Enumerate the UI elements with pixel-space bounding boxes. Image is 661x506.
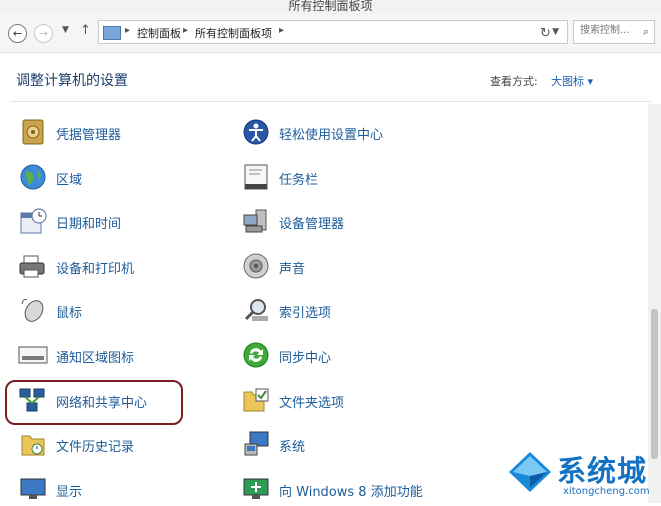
- search-box[interactable]: ⌕: [573, 20, 655, 44]
- item-label: 文件历史记录: [56, 440, 135, 455]
- recent-locations-chevron-icon[interactable]: ▼: [62, 25, 69, 35]
- highlight-box: [5, 380, 183, 425]
- refresh-icon[interactable]: ↻: [540, 26, 551, 41]
- item-label: 日期和时间: [56, 217, 122, 232]
- device-manager-icon: [241, 206, 271, 236]
- item-label: 凭据管理器: [56, 128, 122, 143]
- item-label: 向 Windows 8 添加功能: [279, 485, 423, 500]
- item-label: 文件夹选项: [279, 396, 345, 411]
- item-label: 声音: [279, 262, 306, 277]
- item-label: 轻松使用设置中心: [279, 128, 384, 143]
- scrollbar-thumb[interactable]: [651, 309, 658, 459]
- view-by-dropdown[interactable]: 大图标 ▾: [551, 73, 593, 89]
- item-label: 任务栏: [279, 173, 319, 188]
- windows-logo-icon: [509, 452, 551, 492]
- file-history-icon: [18, 429, 48, 459]
- item-label: 鼠标: [56, 306, 83, 321]
- calendar-clock-icon: [18, 206, 48, 236]
- up-arrow-icon[interactable]: ↑: [80, 23, 91, 38]
- watermark-text: 系统城: [557, 454, 648, 488]
- item-label: 区域: [56, 173, 83, 188]
- search-icon[interactable]: ⌕: [643, 25, 649, 39]
- address-field[interactable]: ▸ 控制面板 ▸ 所有控制面板项 ▸ ▼: [98, 20, 568, 44]
- title-bar: 所有控制面板项: [0, 0, 661, 14]
- region-globe-icon: [18, 162, 48, 192]
- item-label: 通知区域图标: [56, 351, 135, 366]
- watermark: 系统城 xitongcheng.com: [505, 448, 655, 503]
- item-label: 显示: [56, 485, 83, 500]
- item-label: 设备管理器: [279, 217, 345, 232]
- folder-options-icon: [241, 385, 271, 415]
- item-label: 设备和打印机: [56, 262, 135, 277]
- credential-vault-icon: [18, 117, 48, 147]
- page-title: 调整计算机的设置: [16, 73, 128, 89]
- search-input[interactable]: [578, 24, 638, 37]
- notification-area-icon: [18, 340, 48, 370]
- breadcrumb-all-items[interactable]: 所有控制面板项: [195, 25, 272, 41]
- view-by-label: 查看方式:: [490, 75, 538, 88]
- address-dropdown-icon[interactable]: ▼: [552, 27, 559, 37]
- breadcrumb-control-panel[interactable]: 控制面板: [137, 25, 181, 41]
- sync-icon: [241, 340, 271, 370]
- divider: [10, 101, 651, 102]
- indexing-search-icon: [241, 295, 271, 325]
- taskbar-icon: [241, 162, 271, 192]
- add-features-icon: [241, 474, 271, 504]
- ease-of-access-icon: [241, 117, 271, 147]
- watermark-url: xitongcheng.com: [563, 486, 650, 497]
- breadcrumb-separator-icon[interactable]: ▸: [183, 25, 188, 36]
- forward-button[interactable]: →: [34, 24, 53, 43]
- printer-icon: [18, 251, 48, 281]
- speaker-icon: [241, 251, 271, 281]
- address-toolbar: ← → ▼ ↑ ▸ 控制面板 ▸ 所有控制面板项 ▸ ▼ ↻: [0, 14, 661, 53]
- display-monitor-icon: [18, 474, 48, 504]
- back-button[interactable]: ←: [8, 24, 27, 43]
- item-label: 系统: [279, 440, 306, 455]
- control-panel-icon: [103, 26, 121, 40]
- breadcrumb-separator-icon[interactable]: ▸: [279, 25, 284, 36]
- item-label: 同步中心: [279, 351, 332, 366]
- item-label: 索引选项: [279, 306, 332, 321]
- window-title: 所有控制面板项: [288, 0, 373, 13]
- mouse-icon: [18, 295, 48, 325]
- system-computer-icon: [241, 429, 271, 459]
- breadcrumb-separator-icon[interactable]: ▸: [125, 25, 130, 36]
- vertical-scrollbar[interactable]: [648, 104, 661, 503]
